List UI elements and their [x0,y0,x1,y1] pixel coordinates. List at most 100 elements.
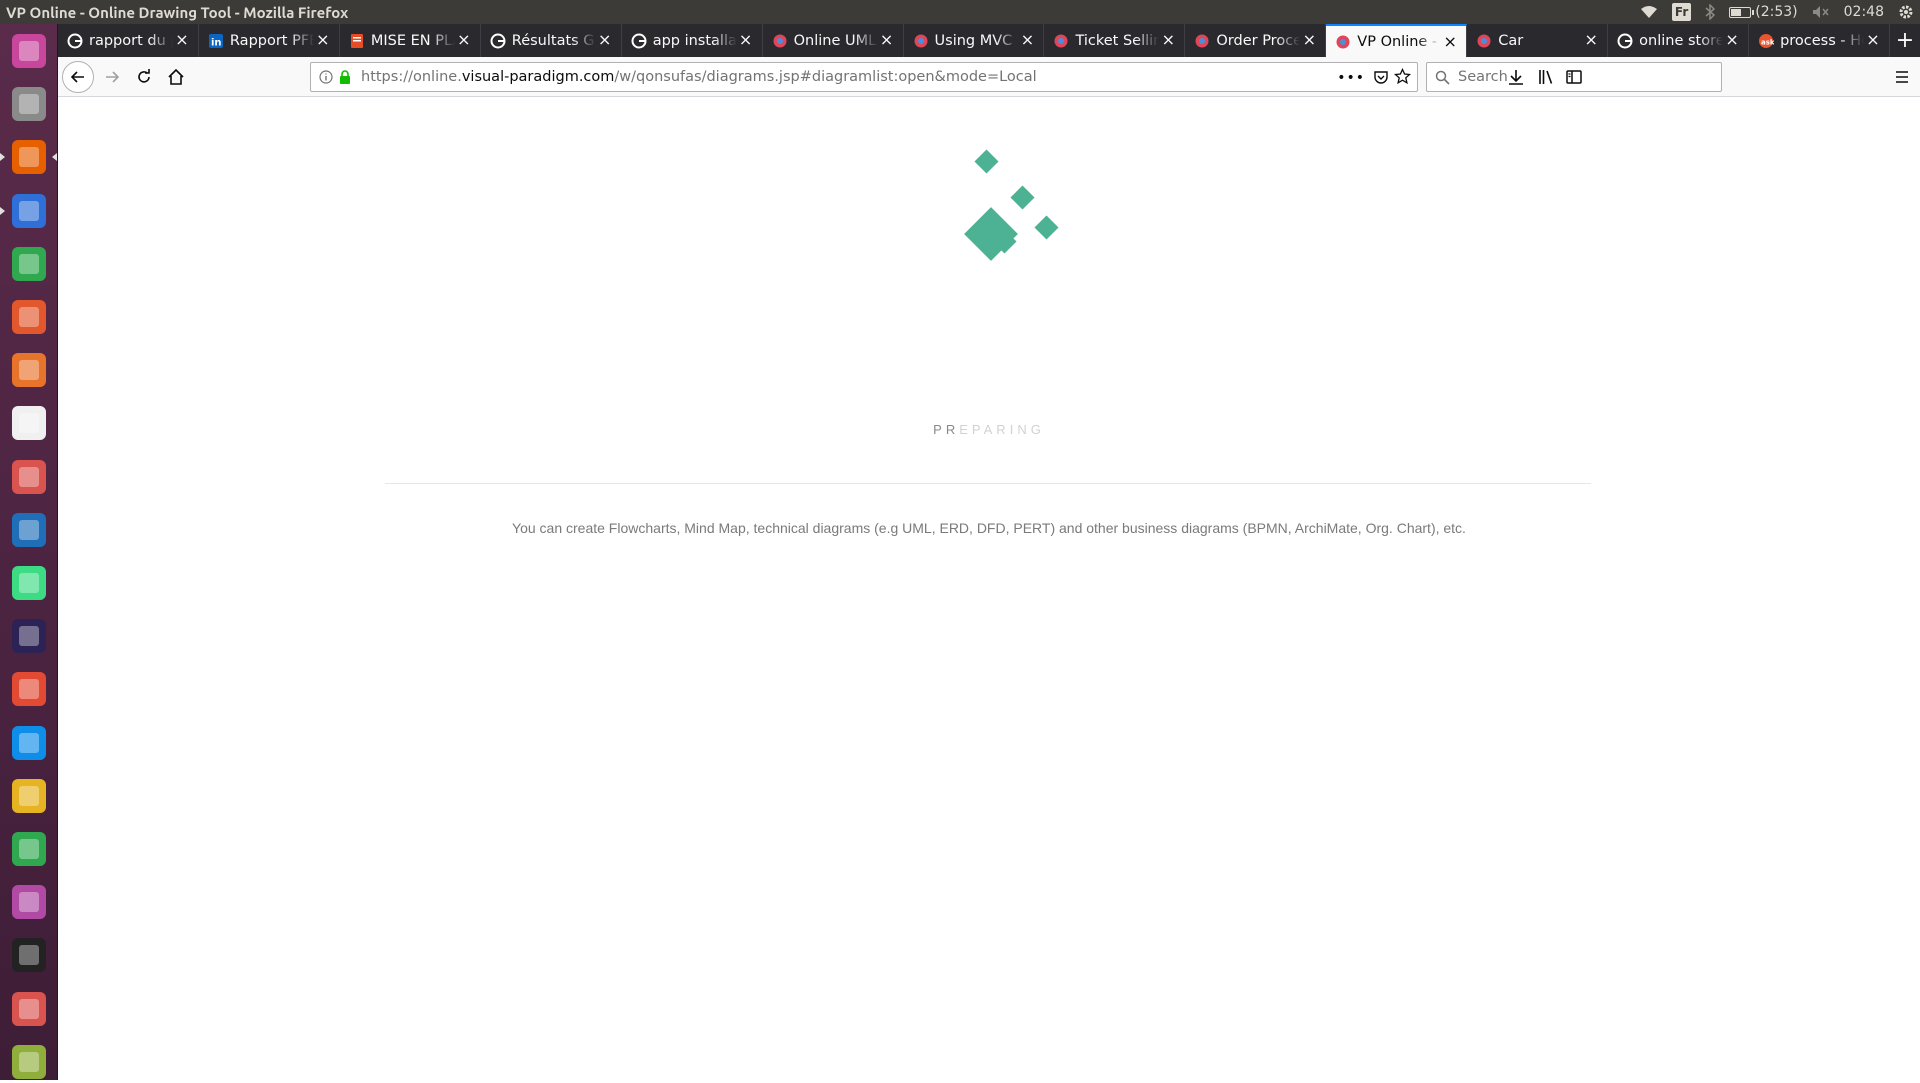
reload-button[interactable] [130,63,158,91]
tab-label: Rapport PFE [229,32,314,49]
new-tab-plus-icon[interactable]: + [1890,24,1920,57]
battery-indicator[interactable]: (2:53) [1729,4,1798,20]
tab-close-icon[interactable]: × [1583,32,1599,48]
tab-strip: rapport du projet×inRapport PFE×MISE EN … [58,24,1920,57]
wps-spreadsheets-icon[interactable] [8,243,50,285]
loader-diamond-small-top [974,149,999,174]
loading-status-letter: G [1030,422,1045,437]
loader-diamond-small-middle [1010,185,1035,210]
unity-launcher [0,24,58,1080]
session-gear-icon[interactable] [1898,4,1914,20]
pocket-icon[interactable] [1373,69,1389,89]
google-icon [490,33,506,49]
browser-tab[interactable]: Using MVC × [904,24,1045,57]
teamviewer-icon[interactable] [8,722,50,764]
tab-close-icon[interactable]: × [315,32,331,48]
browser-tab[interactable]: ask process - How× [1749,24,1890,57]
loading-status-letter: P [971,422,984,437]
tab-close-icon[interactable]: × [738,32,754,48]
tab-close-icon[interactable]: × [456,32,472,48]
clock[interactable]: 02:48 [1844,4,1884,20]
browser-tab[interactable]: online store × [1608,24,1750,57]
dash-home-icon[interactable] [8,30,50,72]
svg-text:ask: ask [1761,38,1774,46]
browser-tab[interactable]: in Rapport PFE × [199,24,340,57]
tab-close-icon[interactable]: × [1724,32,1740,48]
site-info-icon[interactable] [319,70,333,84]
tab-close-icon[interactable]: × [597,32,613,48]
scanner-icon[interactable] [8,1041,50,1083]
secure-lock-icon[interactable] [339,70,351,84]
system-settings-icon[interactable] [8,456,50,498]
url-prefix: https://online. [361,69,462,85]
inkscape-icon[interactable] [8,934,50,976]
downloads-button[interactable] [1502,63,1530,91]
bookmark-star-icon[interactable] [1393,67,1412,89]
tab-label: Order Process [1216,32,1300,49]
battery-fill [1731,8,1742,16]
svg-text:in: in [211,37,222,48]
ring-app-icon[interactable] [8,828,50,870]
browser-tab[interactable]: app installation× [622,24,763,57]
google-icon [631,33,647,49]
wifi-icon[interactable] [1640,5,1658,19]
wps-presentation-icon[interactable] [8,296,50,338]
eclipse-icon[interactable] [8,615,50,657]
browser-tab[interactable]: Résultats Google× [481,24,622,57]
tab-close-icon[interactable]: × [1301,32,1317,48]
window-app-icon[interactable] [8,881,50,923]
sidebar-icon [1566,70,1582,84]
tab-close-icon[interactable]: × [879,32,895,48]
loading-status-letter: R [996,422,1010,437]
tab-label: Résultats Google [511,32,596,49]
vp-icon [1053,33,1069,49]
forward-button[interactable] [98,63,126,91]
android-studio-icon[interactable] [8,562,50,604]
loading-status-letter: N [1017,422,1031,437]
tab-label: MISE EN PLACE [370,32,455,49]
document-viewer-icon[interactable] [8,988,50,1030]
files-icon[interactable] [8,83,50,125]
tab-close-icon[interactable]: × [1160,32,1176,48]
browser-tab[interactable]: Online UML × [763,24,904,57]
hamburger-menu-icon [1896,71,1908,83]
hamburger-menu-button[interactable] [1888,63,1916,91]
tab-close-icon[interactable]: × [1442,34,1458,50]
home-button[interactable] [162,63,190,91]
tab-close-icon[interactable]: × [1019,32,1035,48]
git-icon[interactable] [8,668,50,710]
browser-tab[interactable]: MISE EN PLACE× [340,24,481,57]
library-button[interactable] [1532,63,1560,91]
linkedin-icon: in [208,33,224,49]
wps-writer-icon[interactable] [8,190,50,232]
sidebar-toggle-button[interactable] [1560,63,1588,91]
vp-icon [1335,34,1351,50]
tab-close-icon[interactable]: × [1865,32,1881,48]
browser-tab[interactable]: Ticket Selling× [1044,24,1186,57]
browser-tab[interactable]: rapport du projet× [58,24,199,57]
bluetooth-icon[interactable] [1705,4,1716,20]
vscode-icon[interactable] [8,509,50,551]
browser-tab[interactable]: VP Online - Online× [1326,24,1468,57]
keyboard-layout-indicator[interactable]: Fr [1671,3,1692,21]
volume-muted-icon[interactable] [1812,5,1830,19]
amazon-icon[interactable] [8,402,50,444]
url-path: /w/qonsufas/diagrams.jsp#diagramlist:ope… [614,69,1037,85]
browser-tab[interactable]: Order Process× [1185,24,1327,57]
puzzle-app-icon[interactable] [8,775,50,817]
url-text[interactable]: https://online.visual-paradigm.com/w/qon… [361,69,1037,85]
firefox-icon[interactable] [8,136,50,178]
tab-label: online store [1639,32,1724,49]
page-actions-menu-icon[interactable]: ••• [1337,70,1365,86]
back-button[interactable] [62,61,94,93]
software-center-icon[interactable] [8,349,50,391]
search-icon [1435,70,1450,85]
loading-status-letter: A [983,422,997,437]
url-bar[interactable]: https://online.visual-paradigm.com/w/qon… [310,62,1418,92]
vp-icon [1194,33,1210,49]
tab-label: process - How [1780,32,1864,49]
browser-tab[interactable]: Car × [1467,24,1609,57]
tab-label: Car [1498,32,1524,49]
tab-close-icon[interactable]: × [174,32,190,48]
vp-icon [772,33,788,49]
